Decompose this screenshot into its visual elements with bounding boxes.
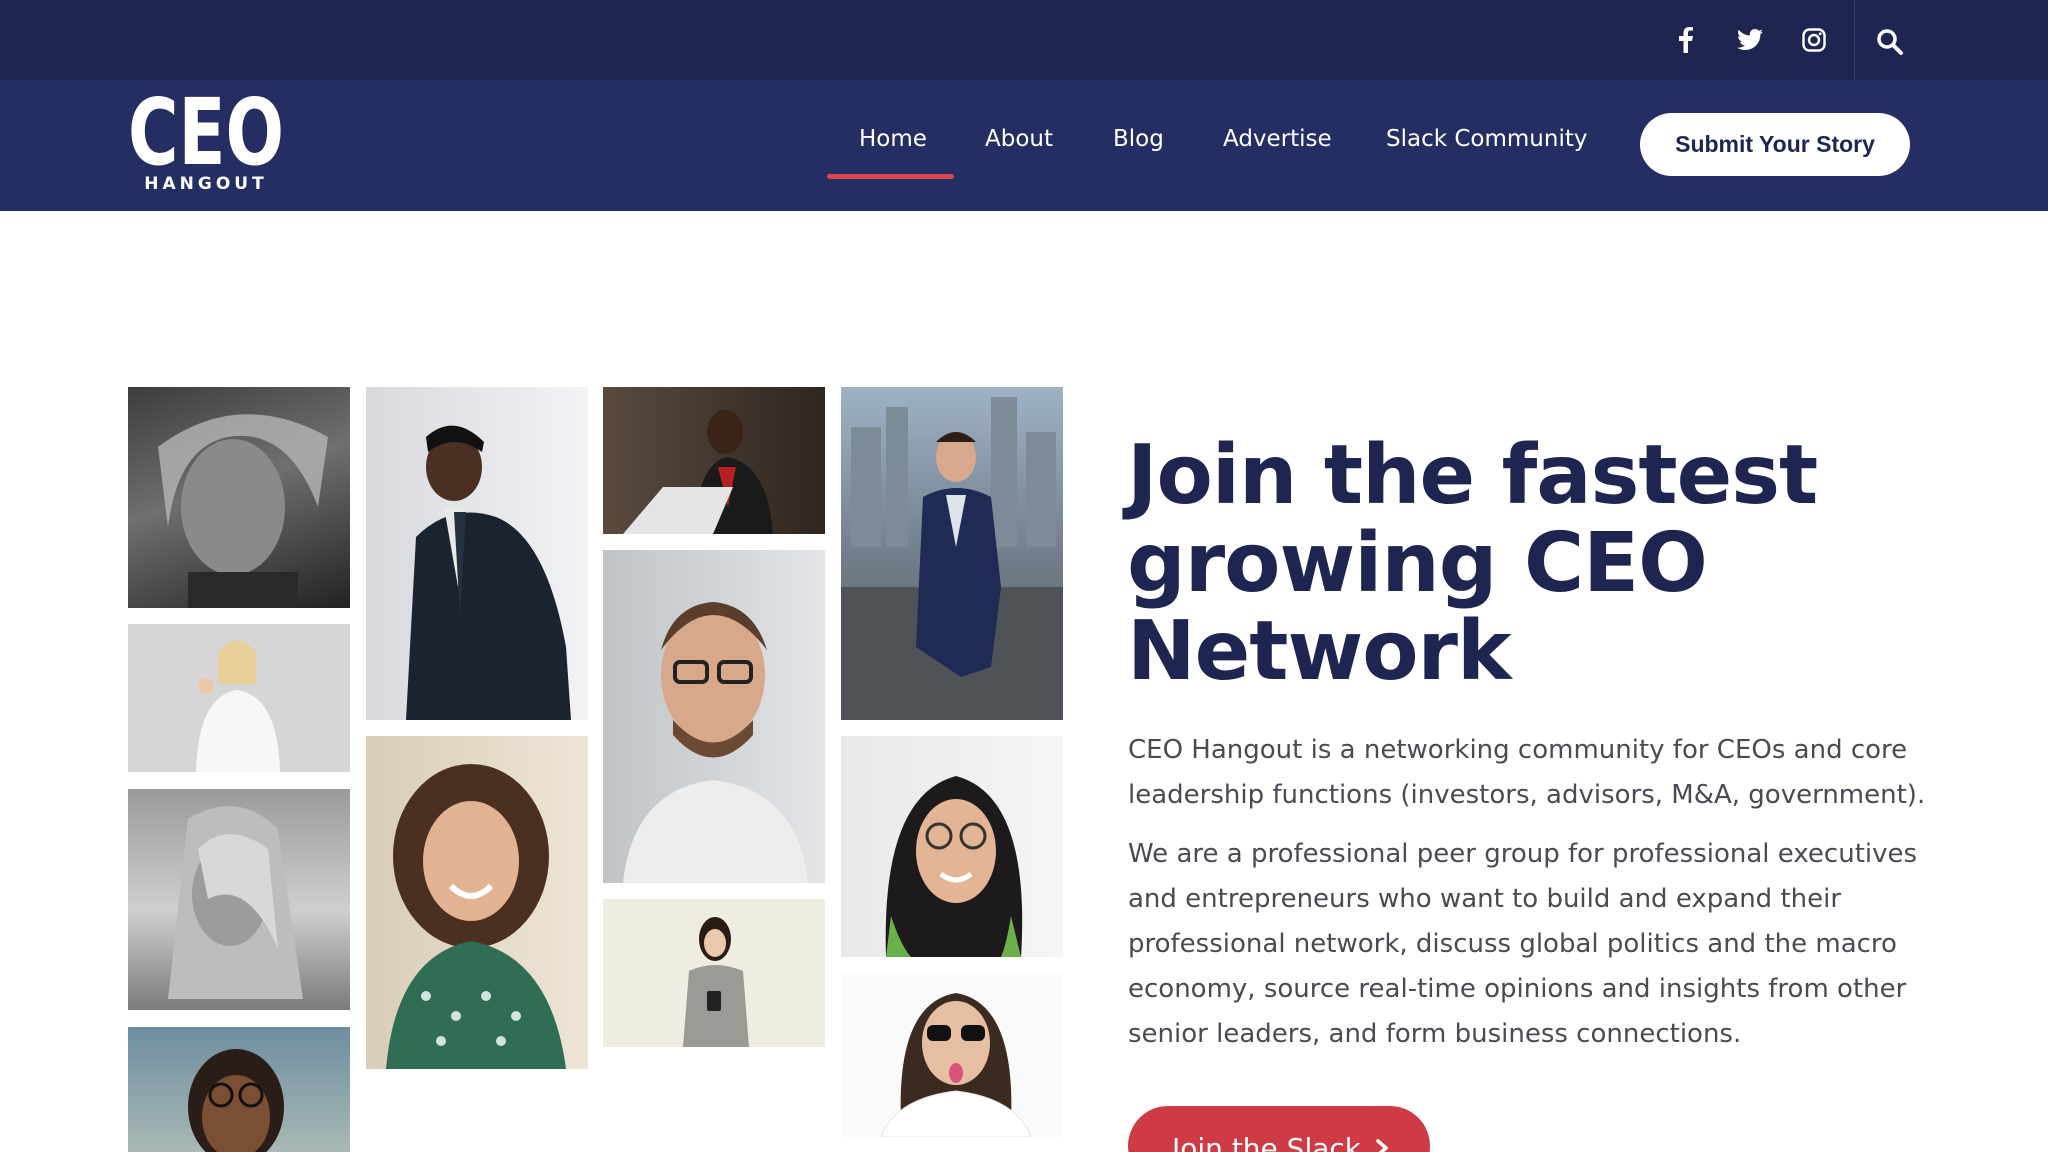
headline-line-3: Network (1127, 604, 1512, 699)
join-button-label: Join the Slack (1172, 1132, 1361, 1152)
photo-woman-phone (603, 899, 825, 1047)
svg-text:CEO: CEO (128, 94, 284, 174)
photo-man-suit-cuff (366, 387, 588, 720)
headline-line-2: growing CEO (1127, 516, 1708, 611)
join-the-slack-button[interactable]: Join the Slack (1128, 1106, 1430, 1152)
photo-woman-waving (128, 624, 350, 772)
nav-slack-community[interactable]: Slack Community (1386, 126, 1587, 152)
top-bar (0, 0, 2048, 80)
photo-man-long-hair (128, 387, 350, 608)
search-icon[interactable] (1876, 28, 1904, 56)
chevron-right-icon (1375, 1132, 1389, 1152)
nav-blog[interactable]: Blog (1113, 126, 1164, 152)
submit-your-story-button[interactable]: Submit Your Story (1640, 113, 1910, 176)
hero-intro-paragraph: CEO Hangout is a networking community fo… (1128, 735, 1926, 810)
logo-subtitle: HANGOUT (144, 174, 268, 194)
photo-woman-glasses (128, 1027, 350, 1152)
photo-man-laptop (603, 387, 825, 534)
headline-line-1: Join the fastest (1127, 428, 1818, 523)
twitter-icon[interactable] (1736, 26, 1764, 54)
hero-headline: Join the fastest growing CEO Network (1127, 432, 1947, 696)
photo-person-sunglasses (841, 973, 1063, 1137)
hero-description-paragraph: We are a professional peer group for pro… (1128, 839, 1918, 1049)
nav-home[interactable]: Home (859, 126, 927, 152)
photo-man-glasses (603, 550, 825, 883)
photo-woman-green-hair (841, 736, 1063, 957)
photo-woman-blonde (128, 789, 350, 1010)
nav-about[interactable]: About (985, 126, 1053, 152)
photo-man-rooftop (841, 387, 1063, 720)
facebook-icon[interactable] (1672, 26, 1700, 54)
topbar-divider (1854, 0, 1855, 80)
main-navbar: CEO HANGOUT Home About Blog Advertise Sl… (0, 79, 2048, 211)
active-nav-indicator (827, 174, 954, 179)
photo-woman-curly-hair (366, 736, 588, 1069)
ceo-hangout-logo[interactable]: CEO HANGOUT (128, 79, 288, 198)
nav-advertise[interactable]: Advertise (1223, 126, 1332, 152)
logo-mark: CEO (128, 79, 284, 186)
instagram-icon[interactable] (1800, 26, 1828, 54)
